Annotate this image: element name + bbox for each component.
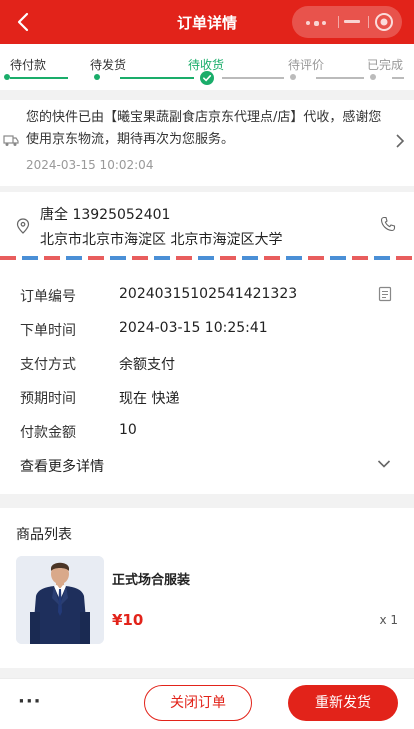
- info-value: 余额支付: [119, 357, 175, 373]
- recipient-name-phone: 唐全 13925052401: [40, 207, 171, 223]
- logistics-card[interactable]: 您的快件已由【曦宝果蔬副食店京东代理点/店】代收，感谢您使用京东物流，期待再次为…: [0, 100, 414, 186]
- chevron-down-icon[interactable]: [377, 459, 391, 469]
- address-card[interactable]: 唐全 13925052401 北京市北京市海淀区 北京市海淀区大学: [0, 192, 414, 256]
- more-actions-button[interactable]: ···: [18, 691, 42, 712]
- info-value: 现在 快递: [119, 391, 180, 407]
- capsule-divider: [368, 16, 369, 28]
- step-line: [316, 77, 364, 79]
- info-key: 下单时间: [20, 323, 76, 339]
- goods-card: 商品列表 正式场合服装 ¥10 x 1: [0, 508, 414, 668]
- capsule-divider: [338, 16, 339, 28]
- close-target-icon[interactable]: [374, 12, 394, 32]
- resend-button[interactable]: 重新发货: [288, 685, 398, 721]
- order-progress: 待付款 待发货 待收货 待评价 已完成: [0, 44, 414, 90]
- info-value: 10: [119, 422, 137, 438]
- step-label: 待发货: [90, 58, 127, 72]
- product-image[interactable]: [16, 556, 104, 644]
- step-line: [222, 77, 284, 79]
- mini-program-capsule: [292, 6, 402, 38]
- current-step-check-icon: [200, 71, 214, 85]
- info-key: 付款金额: [20, 425, 76, 441]
- order-info-card: 订单编号 20240315102541421323 下单时间 2024-03-1…: [0, 260, 414, 494]
- info-value: 20240315102541421323: [119, 286, 298, 302]
- phone-icon[interactable]: [380, 216, 396, 232]
- step-label: 已完成: [367, 58, 404, 72]
- info-value: 2024-03-15 10:25:41: [119, 320, 268, 336]
- step-dot: [94, 74, 100, 80]
- truck-icon: [3, 135, 19, 146]
- step-dot: [290, 74, 296, 80]
- step-dot: [370, 74, 376, 80]
- logistics-message: 您的快件已由【曦宝果蔬副食店京东代理点/店】代收，感谢您使用京东物流，期待再次为…: [26, 110, 382, 147]
- bottom-action-bar: ··· 关闭订单 重新发货: [0, 678, 414, 729]
- step-line: [120, 77, 194, 79]
- step-label: 待评价: [288, 58, 325, 72]
- location-pin-icon: [16, 218, 30, 234]
- product-quantity: x 1: [379, 613, 398, 627]
- view-more-details[interactable]: 查看更多详情: [20, 456, 104, 476]
- product-price: ¥10: [112, 611, 144, 629]
- suit-figure-icon: [16, 556, 104, 644]
- minimize-icon[interactable]: [344, 20, 360, 23]
- step-line: [10, 77, 68, 79]
- recipient-address: 北京市北京市海淀区 北京市海淀区大学: [40, 232, 283, 248]
- info-key: 订单编号: [20, 289, 76, 305]
- copy-document-icon[interactable]: [378, 286, 392, 302]
- logistics-time: 2024-03-15 10:02:04: [26, 158, 154, 172]
- goods-list-title: 商品列表: [16, 527, 72, 543]
- info-key: 预期时间: [20, 391, 76, 407]
- more-dots-icon[interactable]: [306, 20, 326, 26]
- info-key: 支付方式: [20, 357, 76, 373]
- step-line: [392, 77, 404, 79]
- chevron-right-icon: [396, 134, 405, 148]
- nav-header: 订单详情: [0, 0, 414, 44]
- step-label: 待付款: [10, 58, 47, 72]
- product-name[interactable]: 正式场合服装: [112, 569, 190, 588]
- close-order-button[interactable]: 关闭订单: [144, 685, 252, 721]
